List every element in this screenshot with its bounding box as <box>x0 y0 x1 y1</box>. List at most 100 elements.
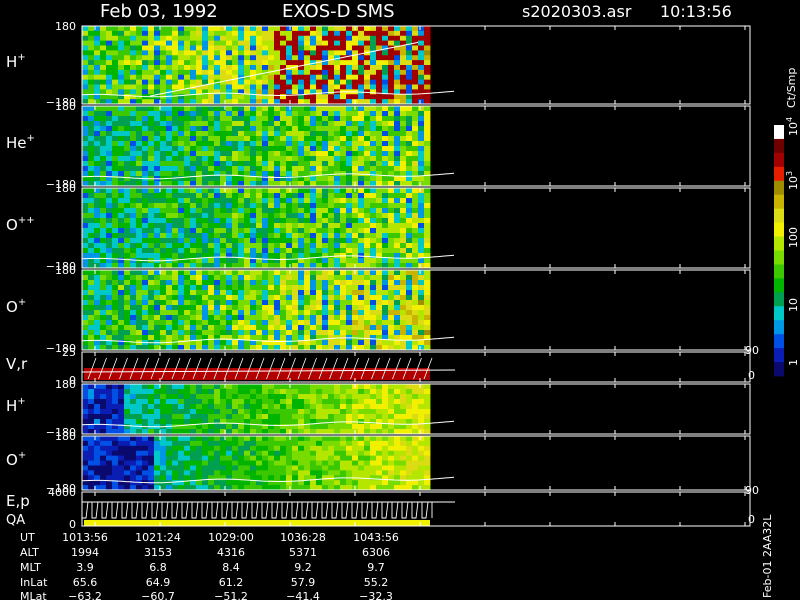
panel-1: H+180−180 <box>6 20 751 109</box>
panel-4: O+180−180 <box>6 264 751 355</box>
panel-8: E,p QA 4000 0 90 0 <box>6 484 759 531</box>
ephemeris-value: 9.7 <box>367 561 385 574</box>
colorbar-segment <box>774 264 784 279</box>
figure-header: Feb 03, 1992 EXOS-D SMS s2020303.asr 10:… <box>100 1 732 22</box>
ephemeris-row-label: InLat <box>20 576 48 589</box>
colorbar-tick: 103 <box>785 171 800 190</box>
panel-ymax: 25 <box>62 346 76 359</box>
ephemeris-value: 1994 <box>71 546 99 559</box>
colorbar-segment <box>774 334 784 349</box>
colorbar-segment <box>774 306 784 321</box>
colorbar-segment <box>774 125 784 140</box>
velocity-band <box>84 368 430 380</box>
header-time: 10:13:56 <box>660 2 732 21</box>
colorbar-tick: 1 <box>787 359 800 366</box>
ephemeris-value: 4316 <box>217 546 245 559</box>
ephemeris-value: 5371 <box>289 546 317 559</box>
ephemeris-row-label: MLT <box>20 561 41 574</box>
panel-charge: + <box>18 297 26 308</box>
panel-charge: + <box>18 450 26 461</box>
panel-ymax: 180 <box>55 182 76 195</box>
colorbar-segment <box>774 362 784 377</box>
ephemeris-value: 57.9 <box>291 576 316 589</box>
ephemeris-value: 61.2 <box>219 576 244 589</box>
colorbar-segment <box>774 348 784 363</box>
panel-label: He+ <box>6 133 35 152</box>
ephemeris-value: −51.2 <box>214 590 248 600</box>
panel-ymax: 180 <box>55 264 76 277</box>
colorbar-segment <box>774 236 784 251</box>
panel-3: O++180−180 <box>6 182 751 273</box>
footer-id: Feb-01 2AA32L <box>761 514 774 598</box>
ephemeris-value: 55.2 <box>364 576 389 589</box>
ephemeris-value: 6.8 <box>149 561 167 574</box>
panel-label: O++ <box>6 215 35 234</box>
colorbar-tick: 100 <box>787 227 800 248</box>
colorbar-segment <box>774 166 784 182</box>
ephemeris-value: 65.6 <box>73 576 98 589</box>
spectrogram-cells <box>82 270 431 351</box>
header-file: s2020303.asr <box>522 2 632 21</box>
panel-7: O+180−180 <box>6 430 751 495</box>
panel-ymax: 180 <box>55 20 76 33</box>
ephemeris-value: 9.2 <box>294 561 312 574</box>
panel-charge: + <box>17 52 25 63</box>
panel-ymax: 4000 <box>48 486 76 499</box>
panel-ymax: 180 <box>55 378 76 391</box>
panel-right-top: 90 <box>745 344 759 357</box>
colorbar-segment <box>774 292 784 307</box>
spectrogram-figure: Feb 03, 1992 EXOS-D SMS s2020303.asr 10:… <box>6 1 800 600</box>
panel-label: O+ <box>6 450 26 469</box>
ephemeris-table: UT ALT MLT InLatMLat 1013:56 1994 3.9 65.6−63.2… <box>20 531 399 600</box>
panel-label: O+ <box>6 297 26 316</box>
panel-2: He+180−180 <box>6 100 751 191</box>
ephemeris-value: 1029:00 <box>208 531 254 544</box>
ephemeris-value: 6306 <box>362 546 390 559</box>
ephemeris-value: 1043:56 <box>353 531 399 544</box>
ephemeris-value: 1021:24 <box>135 531 181 544</box>
colorbar-segment <box>774 208 784 224</box>
ephemeris-value: 3153 <box>144 546 172 559</box>
colorbar-segment <box>774 194 784 210</box>
panel-charge: ++ <box>18 215 35 226</box>
ephemeris-value: 64.9 <box>146 576 171 589</box>
ephemeris-value: −63.2 <box>68 590 102 600</box>
ephemeris-value: 1036:28 <box>280 531 326 544</box>
spectrogram-cells <box>82 106 431 187</box>
ephemeris-value: −41.4 <box>286 590 320 600</box>
colorbar-segment <box>774 152 784 168</box>
panel-ymin: 0 <box>69 518 76 531</box>
panel-right-bottom: 0 <box>748 369 755 382</box>
panel-label: E,p <box>6 492 30 510</box>
spectrogram-cells <box>82 384 431 435</box>
colorbar-tick-exponent: 4 <box>785 117 794 122</box>
colorbar-label: Ct/Smp <box>785 68 798 108</box>
colorbar-tick: 10 <box>787 298 800 312</box>
spectrogram-cells <box>82 188 431 269</box>
panel-ymax: 180 <box>55 100 76 113</box>
colorbar-segment <box>774 180 784 196</box>
colorbar-segment <box>774 250 784 265</box>
qa-band <box>84 520 430 526</box>
energy-trace <box>82 501 433 519</box>
colorbar-segment <box>774 320 784 335</box>
colorbar: Ct/Smp 1 10 100 103 104 <box>774 68 800 377</box>
panel-6: H+180−180 <box>6 378 751 439</box>
panel-right-bottom: 0 <box>748 513 755 526</box>
header-date: Feb 03, 1992 <box>100 1 218 22</box>
panel-right-top: 90 <box>745 484 759 497</box>
colorbar-segment <box>774 222 784 237</box>
panel-label: V,r <box>6 355 28 373</box>
colorbar-tick: 104 <box>785 117 800 136</box>
panel-label-2: QA <box>6 513 25 528</box>
panel-stack: H+180−180He+180−180O++180−180O+180−180V,… <box>6 20 759 531</box>
ephemeris-value: 1013:56 <box>62 531 108 544</box>
colorbar-segment <box>774 138 784 154</box>
ephemeris-value: −60.7 <box>141 590 175 600</box>
ephemeris-row-label: MLat <box>20 590 47 600</box>
panel-label: H+ <box>6 52 26 71</box>
ephemeris-row-label: UT <box>20 531 35 544</box>
panel-ymax: 180 <box>55 430 76 443</box>
colorbar-segment <box>774 278 784 293</box>
ephemeris-value: −32.3 <box>359 590 393 600</box>
